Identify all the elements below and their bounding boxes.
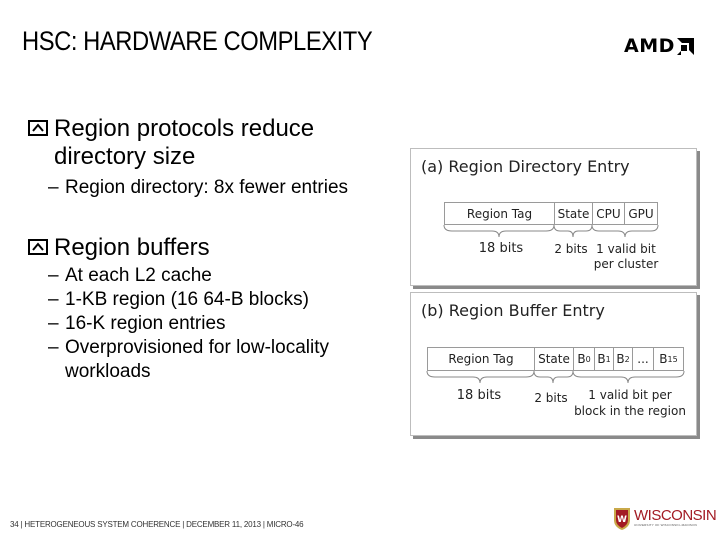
wisconsin-logo: W WISCONSIN UNIVERSITY OF WISCONSIN–MADI… [612,505,717,531]
sub-bullet-text: 16-K region entries [65,313,226,334]
cell-region-tag: Region Tag [444,202,555,225]
dash-bullet: – [48,289,59,310]
label-18-bits: 18 bits [478,241,524,256]
braces [426,370,685,384]
brace-state [553,224,593,238]
figure-title: (a) Region Directory Entry [421,157,630,176]
sub-bullet-text: Overprovisioned for low-locality [65,337,329,358]
cell-b2: B2 [613,347,633,371]
cell-region-tag: Region Tag [427,347,535,371]
cell-cpu: CPU [592,202,625,225]
brace-valid-bits [572,370,685,384]
figure-region-buffer-entry: (b) Region Buffer Entry Region Tag State… [410,292,697,436]
label-block-in-region: block in the region [574,404,686,418]
cell-b0: B0 [573,347,595,371]
cell-b1: B1 [594,347,614,371]
label-2-bits: 2 bits [554,242,588,256]
sub-bullet: – Region directory: 8x fewer entries [28,176,408,200]
sub-bullet-text: Region directory: 8x fewer entries [65,177,349,198]
sub-bullet-text: workloads [65,361,151,382]
cell-subscript: 1 [605,354,611,364]
label-per-cluster: per cluster [593,257,659,271]
bullet-list: Region protocols reduce directory size –… [28,115,408,384]
cell-subscript: 0 [585,354,591,364]
brace-region-tag [426,370,535,384]
amd-logo-text: AMD [624,35,675,57]
bullet-text: Region buffers [54,234,210,261]
wisconsin-wordmark: WISCONSIN [634,507,717,524]
cell-label: B [616,352,625,366]
sub-bullet-text: 1-KB region (16 64-B blocks) [65,289,309,310]
svg-text:W: W [617,515,627,525]
label-valid-bit-per: 1 valid bit per [588,388,672,402]
cell-gpu: GPU [624,202,658,225]
wisconsin-crest-icon: W [614,508,630,530]
sub-bullet: – 16-K region entries [28,312,408,336]
sub-bullet: – 1-KB region (16 64-B blocks) [28,288,408,312]
figure-region-directory-entry: (a) Region Directory Entry Region Tag St… [410,148,697,286]
sub-bullet: – At each L2 cache [28,264,408,288]
bullet-region-buffers: Region buffers [28,234,408,262]
cell-ellipsis: ... [632,347,654,371]
amd-arrow-icon [676,37,694,55]
sub-bullet: – Overprovisioned for low-locality [28,336,408,360]
slide-title: HSC: HARDWARE COMPLEXITY [22,26,373,56]
label-18-bits: 18 bits [456,388,502,403]
amd-logo: AMD [624,35,694,57]
bullet-text: Region protocols reduce [54,115,315,142]
bullet-region-protocols: Region protocols reduce directory size [28,115,408,171]
brace-state [533,370,574,384]
cell-state: State [554,202,593,225]
cell-state: State [534,347,574,371]
cell-label: B [659,352,668,366]
dash-bullet: – [48,313,59,334]
cell-label: B [577,352,586,366]
figure-title: (b) Region Buffer Entry [421,301,605,320]
brace-region-tag [443,224,555,238]
label-valid-bit: 1 valid bit [596,242,656,256]
checkbox-bullet-icon [28,239,48,255]
slide-footer: 34 | HETEROGENEOUS SYSTEM COHERENCE | DE… [10,520,304,529]
sub-bullet-continuation: workloads [28,360,408,384]
dash-bullet: – [48,337,59,358]
cell-label: B [597,352,606,366]
dash-bullet: – [48,177,59,198]
brace-valid-bits [591,224,659,238]
cell-subscript: 2 [624,354,630,364]
bullet-text: directory size [54,143,196,170]
sub-bullet-text: At each L2 cache [65,265,212,286]
braces [443,224,659,238]
cell-subscript: 15 [667,354,678,364]
checkbox-bullet-icon [28,120,48,136]
dash-bullet: – [48,265,59,286]
cell-b15: B 15 [653,347,684,371]
